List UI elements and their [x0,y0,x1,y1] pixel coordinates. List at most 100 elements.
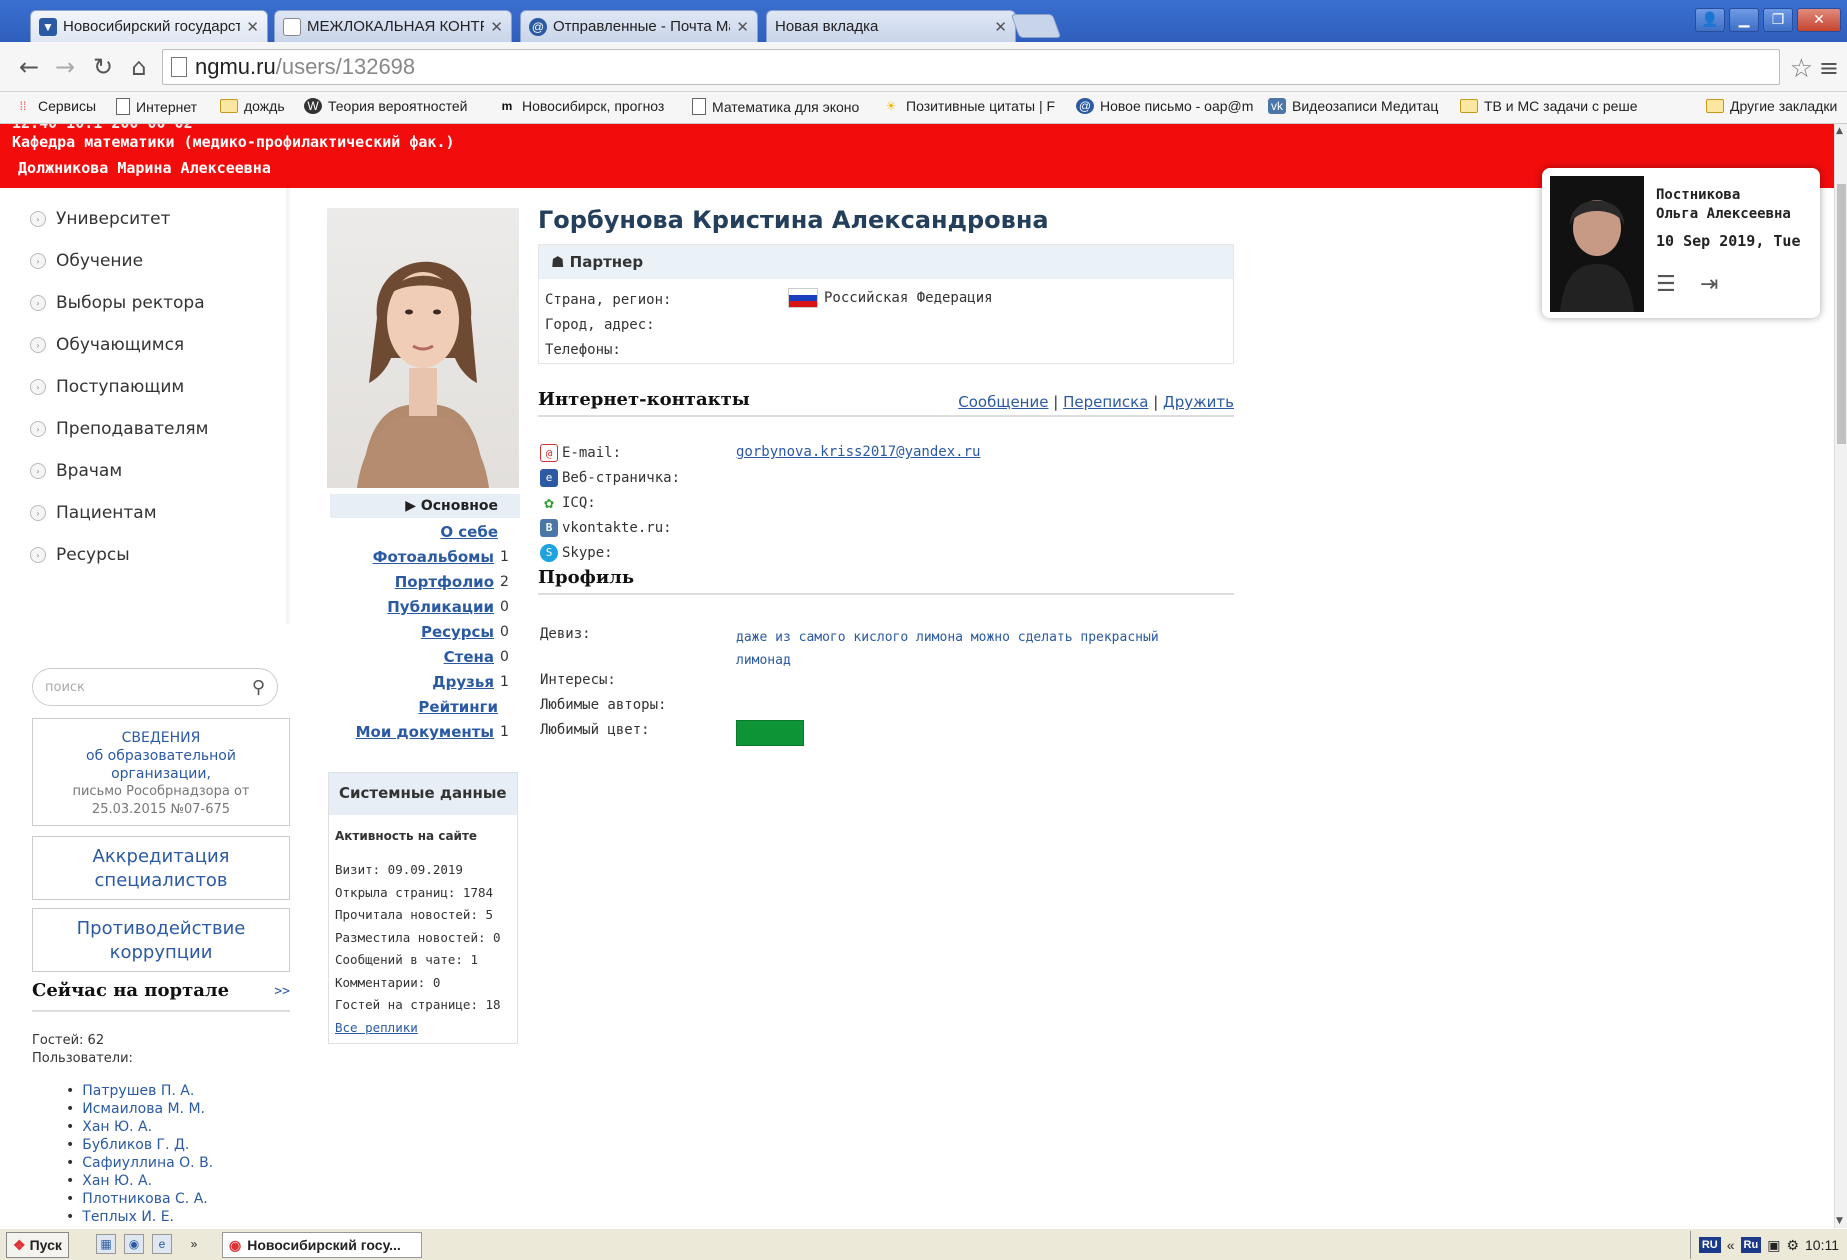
subnav-item-about[interactable]: О себе [440,520,498,544]
close-icon[interactable]: ✕ [246,18,259,36]
online-user[interactable]: Теплых И. Е. [66,1208,213,1226]
logout-icon[interactable]: ⇥ [1700,272,1718,297]
bookmark-item[interactable]: Математика для эконо [692,98,859,115]
user-icon[interactable]: 👤 [1695,8,1725,32]
profile-photo[interactable] [327,208,519,488]
close-icon[interactable]: ✕ [994,18,1007,36]
subnav-link[interactable]: Ресурсы [421,623,494,641]
scroll-thumb[interactable] [1837,184,1846,444]
online-user[interactable]: Хан Ю. А. [66,1172,213,1190]
language-indicator[interactable]: Ru [1740,1237,1762,1253]
subnav-active-main[interactable]: ▶ Основное [330,494,520,518]
anticorruption-link[interactable]: Противодействие коррупции [32,908,290,972]
chat-link[interactable]: Переписка [1063,393,1148,411]
bookmark-item[interactable]: vk Видеозаписи Медитац [1268,98,1438,114]
forward-arrow-icon[interactable]: → [50,52,80,82]
close-icon[interactable]: ✕ [490,18,503,36]
online-user[interactable]: Сафиуллина О. В. [66,1154,213,1172]
quicklaunch-more-icon[interactable]: » [184,1234,204,1254]
bookmark-item[interactable]: Интернет [116,98,197,115]
subnav-link[interactable]: Фотоальбомы [373,548,494,566]
online-user[interactable]: Плотникова С. А. [66,1190,213,1208]
quicklaunch-ie-icon[interactable]: e [152,1234,172,1254]
search-input[interactable]: поиск [45,680,85,695]
scroll-up-arrow-icon[interactable]: ▲ [1836,126,1843,136]
minimize-button[interactable]: ▁ [1729,8,1759,32]
tab-ngmu[interactable]: ▼ Новосибирский государств ✕ [30,10,268,42]
close-window-button[interactable]: ✕ [1797,8,1841,32]
bookmark-item[interactable]: W Теория вероятностей [304,98,467,114]
menu-item-resources[interactable]: › Ресурсы [30,540,130,570]
subnav-item-resources[interactable]: Ресурсы 0 [421,620,510,644]
accreditation-link[interactable]: Аккредитация специалистов [32,836,290,900]
quicklaunch-calculator-icon[interactable]: ▦ [96,1234,116,1254]
online-user[interactable]: Исмаилова М. М. [66,1100,213,1118]
back-arrow-icon[interactable]: ← [14,52,44,82]
subnav-item-portfolio[interactable]: Портфолио 2 [395,570,510,594]
user-list-icon[interactable]: ☰ [1656,272,1676,297]
menu-item-students[interactable]: › Обучающимся [30,330,184,360]
bookmark-item[interactable]: ☀ Позитивные цитаты | F [882,98,1055,114]
tab-new[interactable]: Новая вкладка ✕ [766,10,1016,42]
header-user-name[interactable]: Должникова Марина Алексеевна [18,159,271,177]
clock[interactable]: 10:11 [1805,1237,1839,1253]
new-tab-button[interactable] [1010,14,1062,38]
menu-item-education[interactable]: › Обучение [30,246,143,276]
menu-item-applicants[interactable]: › Поступающим [30,372,184,402]
subnav-item-documents[interactable]: Мои документы 1 [356,720,510,744]
subnav-item-friends[interactable]: Друзья 1 [432,670,510,694]
subnav-link[interactable]: О себе [440,523,498,541]
tray-arrow-icon[interactable]: « [1727,1237,1735,1253]
subnav-item-albums[interactable]: Фотоальбомы 1 [373,545,510,569]
email-link[interactable]: gorbynova.kriss2017@yandex.ru [736,444,980,460]
reload-icon[interactable]: ↻ [88,52,118,82]
bookmark-item[interactable]: ⁞⁞ Сервисы [14,98,96,114]
online-more-link[interactable]: >> [274,984,290,999]
address-bar[interactable]: ngmu.ru/users/132698 [162,49,1780,85]
online-user[interactable]: Бубликов Г. Д. [66,1136,213,1154]
svedeniya-link[interactable]: СВЕДЕНИЯ об образовательной организации,… [32,718,290,826]
scroll-down-arrow-icon[interactable]: ▼ [1836,1216,1843,1226]
bookmark-star-icon[interactable]: ☆ [1790,54,1813,84]
menu-item-doctors[interactable]: › Врачам [30,456,122,486]
menu-item-rector-elections[interactable]: › Выборы ректора [30,288,205,318]
menu-item-patients[interactable]: › Пациентам [30,498,157,528]
department-name[interactable]: Кафедра математики (медико-профилактичес… [12,133,455,151]
network-icon[interactable]: ▣ [1767,1237,1780,1254]
subnav-item-wall[interactable]: Стена 0 [444,645,510,669]
bookmark-item[interactable]: ТВ и МС задачи с реше [1460,98,1638,114]
subnav-link[interactable]: Портфолио [395,573,494,591]
tab-contraband[interactable]: МЕЖЛОКАЛЬНАЯ КОНТРАБ ✕ [274,10,512,42]
search-icon[interactable]: ⚲ [252,677,265,698]
online-user[interactable]: Хан Ю. А. [66,1118,213,1136]
close-icon[interactable]: ✕ [736,18,749,36]
bookmark-item[interactable]: @ Новое письмо - oap@m [1076,98,1253,114]
gear-icon[interactable]: ⚙ [1786,1237,1799,1254]
subnav-item-publications[interactable]: Публикации 0 [387,595,510,619]
online-user[interactable]: Патрушев П. А. [66,1082,213,1100]
subnav-link[interactable]: Рейтинги [418,698,498,716]
taskbar-chrome-window[interactable]: ◉ Новосибирский госу... [222,1232,422,1258]
all-replies-link[interactable]: Все реплики [335,1017,501,1040]
language-indicator[interactable]: RU [1698,1237,1721,1253]
subnav-link[interactable]: Друзья [432,673,494,691]
message-link[interactable]: Сообщение [958,393,1048,411]
search-field[interactable]: поиск ⚲ [32,668,278,706]
maximize-button[interactable]: ❐ [1763,8,1793,32]
subnav-link[interactable]: Публикации [387,598,494,616]
tab-mail[interactable]: @ Отправленные - Почта Mail ✕ [520,10,758,42]
add-friend-link[interactable]: Дружить [1163,393,1234,411]
menu-item-teachers[interactable]: › Преподавателям [30,414,208,444]
bookmark-item[interactable]: Другие закладки [1706,98,1837,114]
menu-icon[interactable]: ≡ [1819,54,1839,82]
start-button[interactable]: ❖ Пуск [6,1232,69,1258]
bookmark-item[interactable]: m Новосибирск, прогноз [498,98,665,114]
subnav-link[interactable]: Мои документы [356,723,494,741]
home-icon[interactable]: ⌂ [124,52,154,82]
quicklaunch-chrome-icon[interactable]: ◉ [124,1234,144,1254]
current-user-avatar[interactable] [1550,176,1644,312]
subnav-item-ratings[interactable]: Рейтинги [418,695,498,719]
bookmark-item[interactable]: дождь [220,98,285,114]
menu-item-university[interactable]: › Университет [30,204,170,234]
subnav-link[interactable]: Стена [444,648,494,666]
